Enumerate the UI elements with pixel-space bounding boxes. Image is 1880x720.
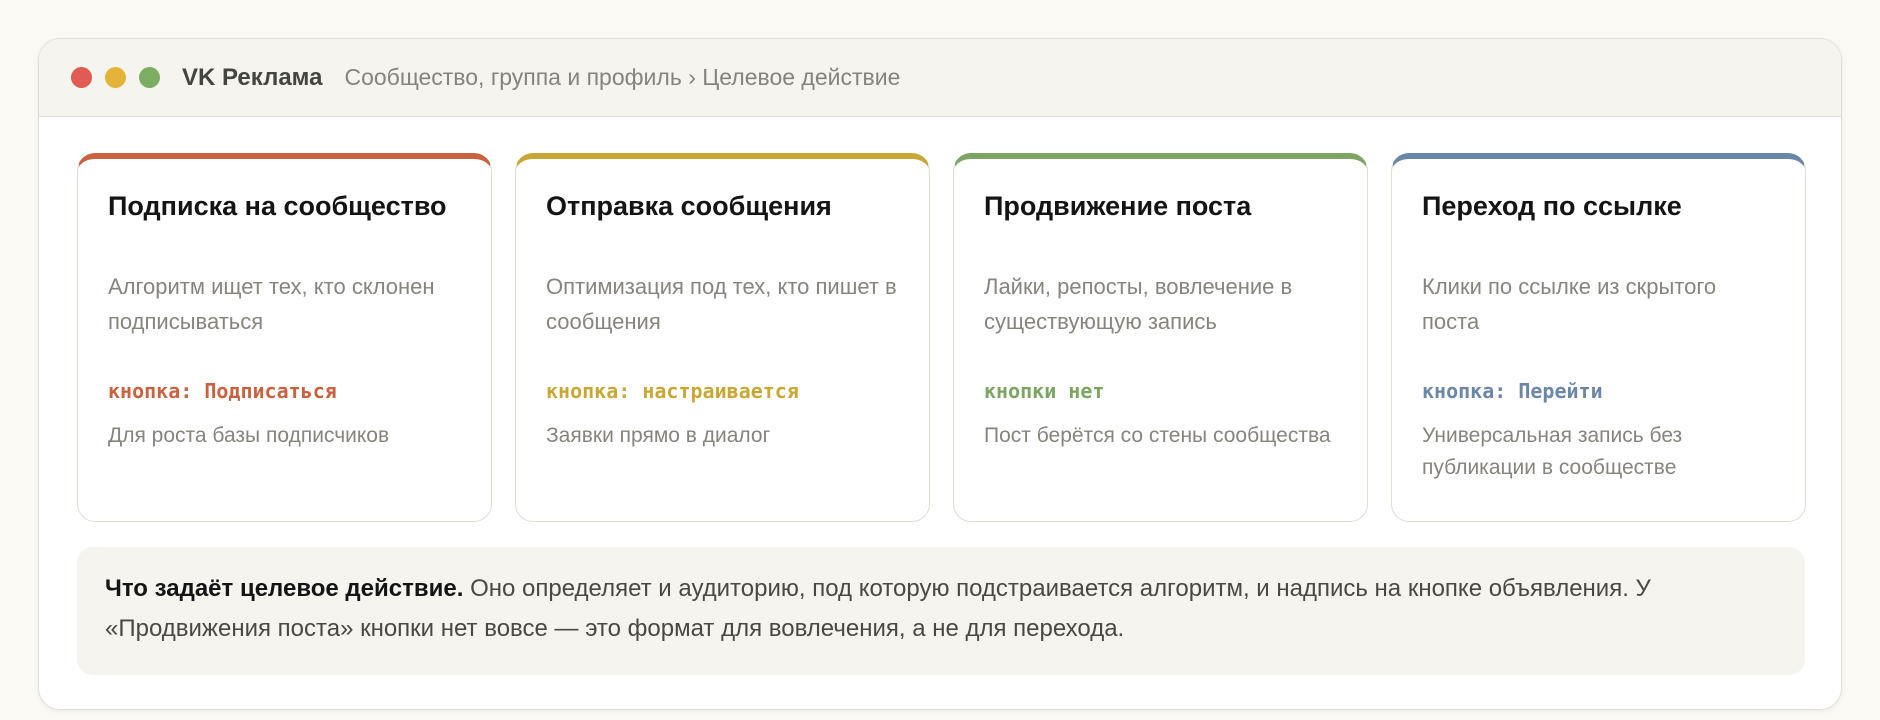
card-button-label: кнопка: Перейти bbox=[1422, 379, 1603, 403]
card-note: Заявки прямо в диалог bbox=[546, 424, 771, 447]
breadcrumb: Сообщество, группа и профиль › Целевое д… bbox=[344, 64, 901, 90]
card-note: Для роста базы подписчиков bbox=[108, 424, 390, 447]
card-link-click[interactable]: Переход по ссылке Клики по ссылке из скр… bbox=[1391, 153, 1806, 522]
card-description: Клики по ссылке из скрытого поста bbox=[1422, 274, 1717, 334]
card-send-message[interactable]: Отправка сообщения Оптимизация под тех, … bbox=[515, 153, 930, 522]
close-window-button[interactable] bbox=[71, 67, 92, 88]
goal-cards: Подписка на сообщество Алгоритм ищет тех… bbox=[77, 153, 1806, 522]
card-title: Подписка на сообщество bbox=[108, 191, 447, 221]
card-note: Универсальная запись без публикации в со… bbox=[1422, 424, 1683, 479]
card-post-promotion[interactable]: Продвижение поста Лайки, репосты, вовлеч… bbox=[953, 153, 1368, 522]
card-description: Лайки, репосты, вовлечение в существующу… bbox=[984, 274, 1293, 334]
app-window: VK Реклама Сообщество, группа и профиль … bbox=[38, 38, 1842, 710]
card-description: Оптимизация под тех, кто пишет в сообщен… bbox=[546, 274, 897, 334]
maximize-window-button[interactable] bbox=[139, 67, 160, 88]
card-title: Продвижение поста bbox=[984, 191, 1252, 221]
card-button-label: кнопка: настраивается bbox=[546, 379, 799, 403]
info-box: Что задаёт целевое действие. Оно определ… bbox=[77, 547, 1805, 675]
card-note: Пост берётся со стены сообщества bbox=[984, 424, 1331, 447]
card-button-label: кнопка: Подписаться bbox=[108, 379, 337, 403]
card-description: Алгоритм ищет тех, кто склонен подписыва… bbox=[108, 274, 435, 334]
card-title: Переход по ссылке bbox=[1422, 191, 1682, 221]
card-title: Отправка сообщения bbox=[546, 191, 832, 221]
info-heading: Что задаёт целевое действие. bbox=[105, 575, 464, 602]
minimize-window-button[interactable] bbox=[105, 67, 126, 88]
card-button-label: кнопки нет bbox=[984, 379, 1105, 403]
card-subscribe[interactable]: Подписка на сообщество Алгоритм ищет тех… bbox=[77, 153, 492, 522]
app-title: VK Реклама bbox=[182, 63, 323, 91]
title-bar: VK Реклама Сообщество, группа и профиль … bbox=[39, 39, 1841, 117]
